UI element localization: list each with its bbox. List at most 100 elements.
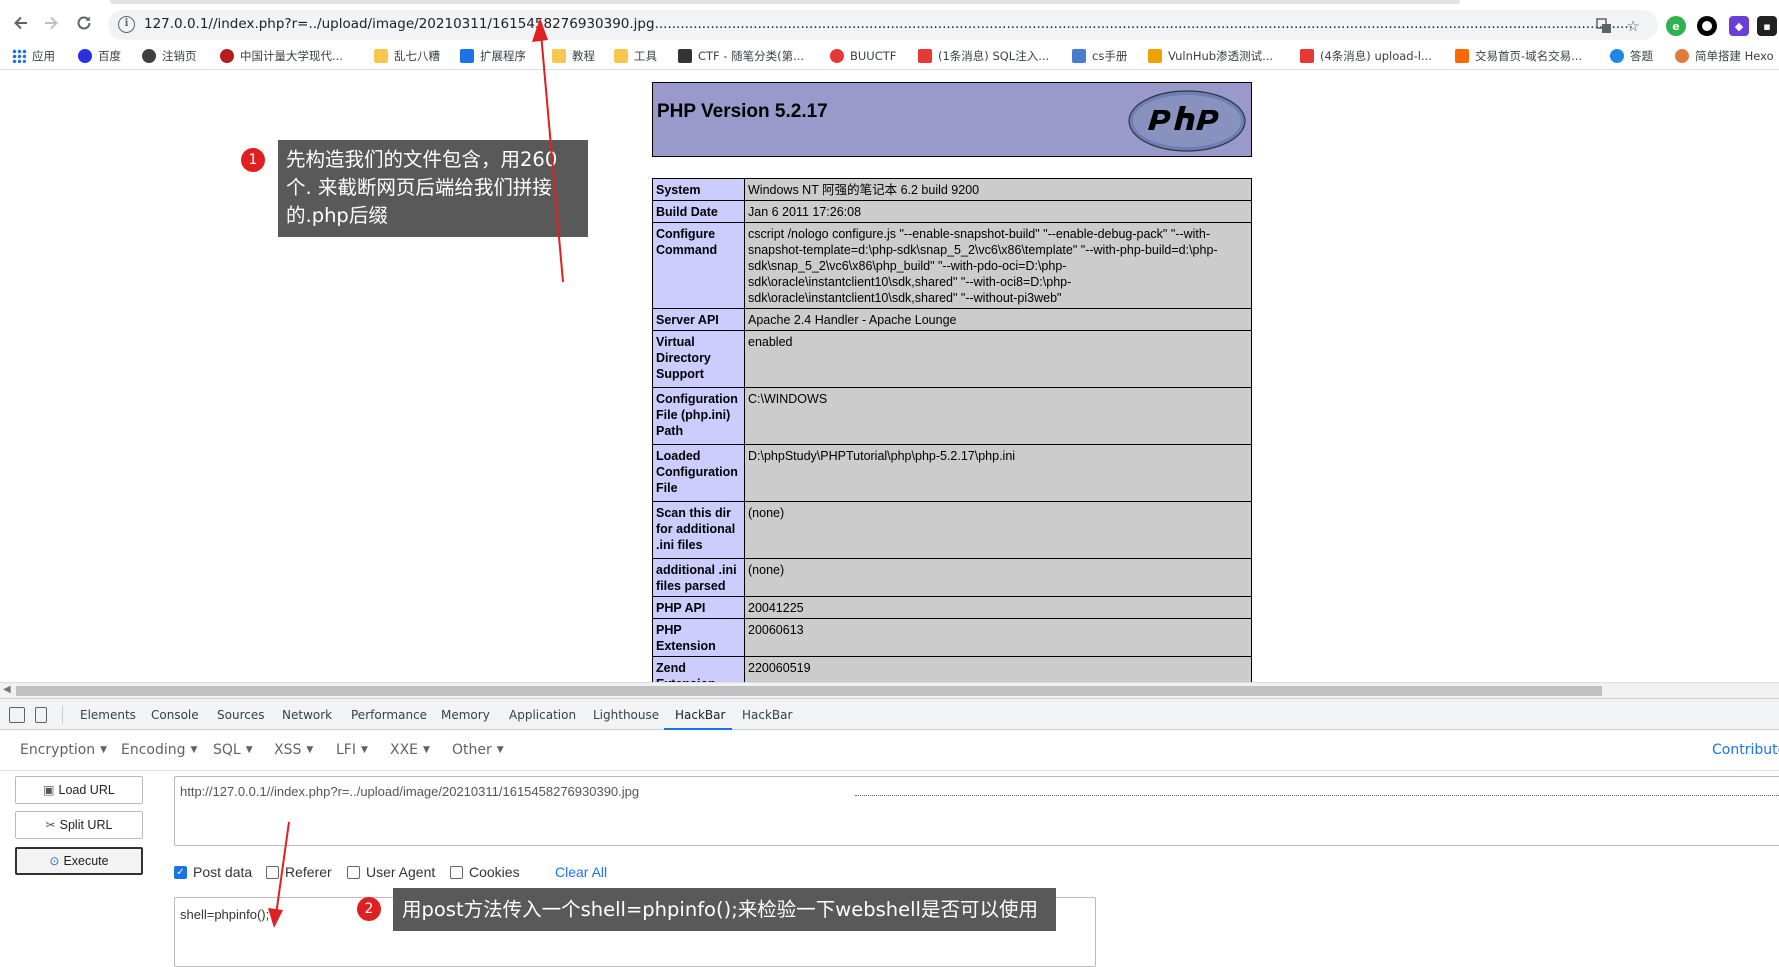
bookmark-domain-trade[interactable]: 交易首页-域名交易... — [1455, 46, 1582, 66]
menu-label: Encryption — [20, 742, 96, 758]
execute-button[interactable]: ⊙ Execute — [15, 847, 143, 875]
referer-option[interactable]: Referer — [266, 862, 332, 882]
bookmark-baidu[interactable]: 百度 — [78, 46, 121, 66]
button-label: Split URL — [59, 818, 113, 832]
bookmark-hexo[interactable]: 简单搭建 Hexo — [1675, 46, 1774, 66]
cs-icon — [1072, 49, 1086, 63]
caret-down-icon: ▼ — [190, 745, 198, 755]
url-textarea-value[interactable]: http://127.0.0.1//index.php?r=../upload/… — [180, 784, 639, 799]
row-value: 20060613 — [744, 618, 1252, 657]
row-key: PHP Extension — [652, 618, 745, 657]
button-label: Load URL — [58, 783, 115, 797]
answer-icon — [1610, 49, 1624, 63]
bookmark-logout[interactable]: 注销页 — [142, 46, 197, 66]
baidu-paw-icon — [78, 49, 92, 63]
menu-sql[interactable]: SQL ▼ — [213, 742, 253, 758]
bookmark-buuctf[interactable]: BUUCTF — [830, 46, 896, 66]
clear-all-link[interactable]: Clear All — [555, 864, 607, 880]
checkbox[interactable] — [266, 865, 279, 879]
reload-icon[interactable] — [73, 12, 95, 34]
user-agent-option[interactable]: User Agent — [347, 862, 435, 882]
menu-encoding[interactable]: Encoding ▼ — [121, 742, 197, 758]
load-url-button[interactable]: ▣ Load URL — [15, 776, 143, 804]
page-horizontal-scrollbar[interactable]: ◀ — [0, 682, 1779, 698]
table-row: additional .ini files parsed (none) — [652, 558, 1252, 597]
puzzle-icon — [460, 49, 474, 63]
bookmark-folder-tools[interactable]: 工具 — [614, 46, 657, 66]
bookmark-apps[interactable]: 应用 — [12, 46, 55, 66]
bookmark-csdn-upload[interactable]: (4条消息) upload-l... — [1300, 46, 1432, 66]
cookies-option[interactable]: Cookies — [450, 862, 520, 882]
row-value: Windows NT 阿强的笔记本 6.2 build 9200 — [744, 178, 1252, 201]
load-icon: ▣ — [43, 783, 55, 797]
forward-icon[interactable] — [40, 12, 62, 34]
bookmark-star-icon[interactable]: ☆ — [1624, 17, 1642, 35]
menu-xss[interactable]: XSS ▼ — [274, 742, 313, 758]
inspect-element-icon[interactable] — [9, 707, 25, 723]
bookmark-label: 注销页 — [162, 49, 197, 63]
menu-other[interactable]: Other ▼ — [452, 742, 504, 758]
school-icon — [220, 49, 234, 63]
scroll-left-arrow-icon[interactable]: ◀ — [3, 684, 11, 695]
tab-memory[interactable]: Memory — [441, 708, 490, 722]
bookmark-cjlu[interactable]: 中国计量大学现代... — [220, 46, 343, 66]
caret-down-icon: ▼ — [306, 745, 314, 755]
bookmark-label: (1条消息) SQL注入... — [938, 49, 1050, 63]
address-url[interactable]: 127.0.0.1//index.php?r=../upload/image/2… — [144, 16, 1634, 32]
bookmark-ctf[interactable]: CTF - 随笔分类(第... — [678, 46, 804, 66]
hackbar-extension-icon[interactable]: ◆ — [1729, 16, 1749, 36]
menu-label: XXE — [390, 742, 419, 758]
row-value: (none) — [744, 558, 1252, 597]
record-extension-icon[interactable] — [1697, 16, 1717, 36]
row-key: Scan this dir for additional .ini files — [652, 501, 745, 559]
bookmark-vulnhub[interactable]: VulnHub渗透测试... — [1148, 46, 1273, 66]
site-info-icon[interactable]: i — [118, 16, 135, 33]
tab-hackbar-active[interactable]: HackBar — [675, 708, 725, 722]
menu-lfi[interactable]: LFI ▼ — [336, 742, 368, 758]
caret-down-icon: ▼ — [360, 745, 368, 755]
tab-application[interactable]: Application — [509, 708, 576, 722]
row-value: C:\WINDOWS — [744, 387, 1252, 445]
bookmark-extensions[interactable]: 扩展程序 — [460, 46, 526, 66]
device-toolbar-icon[interactable] — [35, 707, 47, 723]
split-url-button[interactable]: ✂ Split URL — [15, 811, 143, 839]
buuctf-icon — [830, 49, 844, 63]
translate-icon[interactable] — [1595, 17, 1613, 35]
tab-sources[interactable]: Sources — [217, 708, 264, 722]
tab-lighthouse[interactable]: Lighthouse — [593, 708, 659, 722]
address-bar[interactable]: i 127.0.0.1//index.php?r=../upload/image… — [108, 10, 1658, 40]
bookmark-csdn-sql[interactable]: (1条消息) SQL注入... — [918, 46, 1049, 66]
tab-performance[interactable]: Performance — [351, 708, 427, 722]
bookmark-folder-tutorial[interactable]: 教程 — [552, 46, 595, 66]
back-icon[interactable] — [10, 12, 32, 34]
tab-console[interactable]: Console — [151, 708, 199, 722]
checkbox[interactable] — [347, 865, 360, 879]
tab-hackbar[interactable]: HackBar — [742, 708, 792, 722]
extension-menu-icon[interactable]: ▪ — [1757, 16, 1777, 36]
post-data-value[interactable]: shell=phpinfo(); — [180, 907, 269, 922]
bookmark-label: 简单搭建 Hexo — [1695, 49, 1774, 63]
evernote-extension-icon[interactable]: e — [1666, 16, 1686, 36]
annotation-2-badge: 2 — [357, 897, 381, 921]
row-key: Configure Command — [652, 222, 745, 309]
bookmark-folder-misc[interactable]: 乱七八糟 — [374, 46, 440, 66]
row-value: cscript /nologo configure.js "--enable-s… — [744, 222, 1252, 309]
tab-elements[interactable]: Elements — [80, 708, 136, 722]
row-value: 20041225 — [744, 596, 1252, 619]
bookmark-answer[interactable]: 答题 — [1610, 46, 1653, 66]
url-textarea[interactable]: http://127.0.0.1//index.php?r=../upload/… — [174, 776, 1779, 846]
ctf-icon — [678, 49, 692, 63]
menu-label: LFI — [336, 742, 356, 758]
post-data-option[interactable]: ✓ Post data — [174, 862, 252, 882]
bookmark-label: 应用 — [32, 49, 55, 63]
menu-xxe[interactable]: XXE ▼ — [390, 742, 430, 758]
contribute-link[interactable]: Contribute — [1712, 742, 1779, 758]
php-version-title: PHP Version 5.2.17 — [657, 101, 828, 122]
checkbox[interactable] — [450, 865, 463, 879]
bookmark-cs-manual[interactable]: cs手册 — [1072, 46, 1127, 66]
tab-network[interactable]: Network — [282, 708, 332, 722]
scrollbar-thumb[interactable] — [16, 686, 1602, 696]
menu-label: XSS — [274, 742, 302, 758]
checkbox-checked[interactable]: ✓ — [174, 865, 187, 879]
menu-encryption[interactable]: Encryption ▼ — [20, 742, 107, 758]
